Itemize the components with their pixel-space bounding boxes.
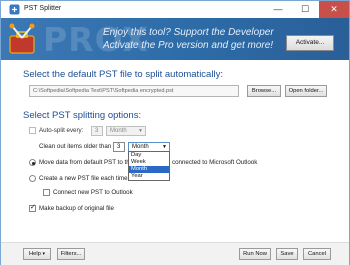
- connect-new-label: Connect new PST to Outlook: [53, 189, 133, 196]
- close-button[interactable]: ✕: [319, 1, 349, 18]
- connect-new-checkbox[interactable]: [43, 189, 50, 196]
- dropdown-option-year[interactable]: Year: [129, 173, 169, 180]
- make-backup-label: Make backup of original file: [39, 205, 114, 212]
- auto-split-label: Auto-split every:: [39, 127, 84, 134]
- activate-button[interactable]: Activate...: [286, 35, 334, 51]
- make-backup-checkbox[interactable]: [29, 203, 36, 212]
- dropdown-option-week[interactable]: Week: [129, 159, 169, 166]
- promo-line-1: Enjoy this tool? Support the Developer: [103, 27, 274, 38]
- chevron-down-icon: ▼: [138, 128, 143, 134]
- help-button[interactable]: Help ▾: [23, 248, 51, 260]
- unit-dropdown-list: Day Week Month Year: [128, 151, 170, 181]
- clean-out-label: Clean out items older than: [39, 143, 112, 150]
- create-new-radio[interactable]: [29, 175, 36, 182]
- dropdown-option-day[interactable]: Day: [129, 152, 169, 159]
- source-heading: Select the default PST file to split aut…: [23, 69, 223, 80]
- maximize-button[interactable]: ☐: [293, 1, 317, 18]
- title-bar: PST Splitter — ☐ ✕: [1, 1, 349, 18]
- minimize-button[interactable]: —: [266, 1, 290, 18]
- open-folder-button[interactable]: Open folder...: [285, 85, 327, 97]
- move-data-radio[interactable]: [29, 159, 36, 166]
- auto-split-unit-value: Month: [110, 128, 127, 134]
- auto-split-unit-select[interactable]: Month ▼: [106, 126, 146, 136]
- run-now-button[interactable]: Run Now: [239, 248, 271, 260]
- clean-out-unit-value: Month: [132, 144, 149, 150]
- save-button[interactable]: Save: [276, 248, 298, 260]
- browse-button[interactable]: Browse...: [247, 85, 281, 97]
- chevron-down-icon: ▾: [42, 251, 46, 257]
- toolbox-logo-icon: [9, 23, 35, 54]
- window-title: PST Splitter: [24, 5, 62, 12]
- auto-split-checkbox[interactable]: [29, 127, 36, 134]
- create-new-label: Create a new PST file each time: [39, 175, 128, 182]
- pst-path-field[interactable]: C:\Softpedia\Softpedia Test\PST\Softpedi…: [29, 85, 239, 97]
- move-data-label-tail: connected to Microsoft Outlook: [172, 159, 258, 166]
- options-heading: Select PST splitting options:: [23, 110, 142, 121]
- cancel-button[interactable]: Cancel: [303, 248, 331, 260]
- help-label: Help: [28, 251, 41, 257]
- app-icon: [9, 4, 20, 15]
- move-data-label: Move data from default PST to the: [39, 159, 134, 166]
- filters-button[interactable]: Filters...: [57, 248, 85, 260]
- app-window: PST Splitter — ☐ ✕ PROX Enjoy this tool?…: [0, 0, 350, 265]
- chevron-down-icon: ▼: [162, 144, 167, 150]
- auto-split-count[interactable]: 3: [91, 126, 103, 136]
- promo-text: Enjoy this tool? Support the Developer A…: [103, 26, 274, 52]
- promo-banner: PROX Enjoy this tool? Support the Develo…: [1, 18, 349, 60]
- dropdown-option-month[interactable]: Month: [129, 166, 169, 173]
- promo-line-2: Activate the Pro version and get more!: [103, 40, 274, 51]
- clean-out-count[interactable]: 3: [113, 142, 125, 152]
